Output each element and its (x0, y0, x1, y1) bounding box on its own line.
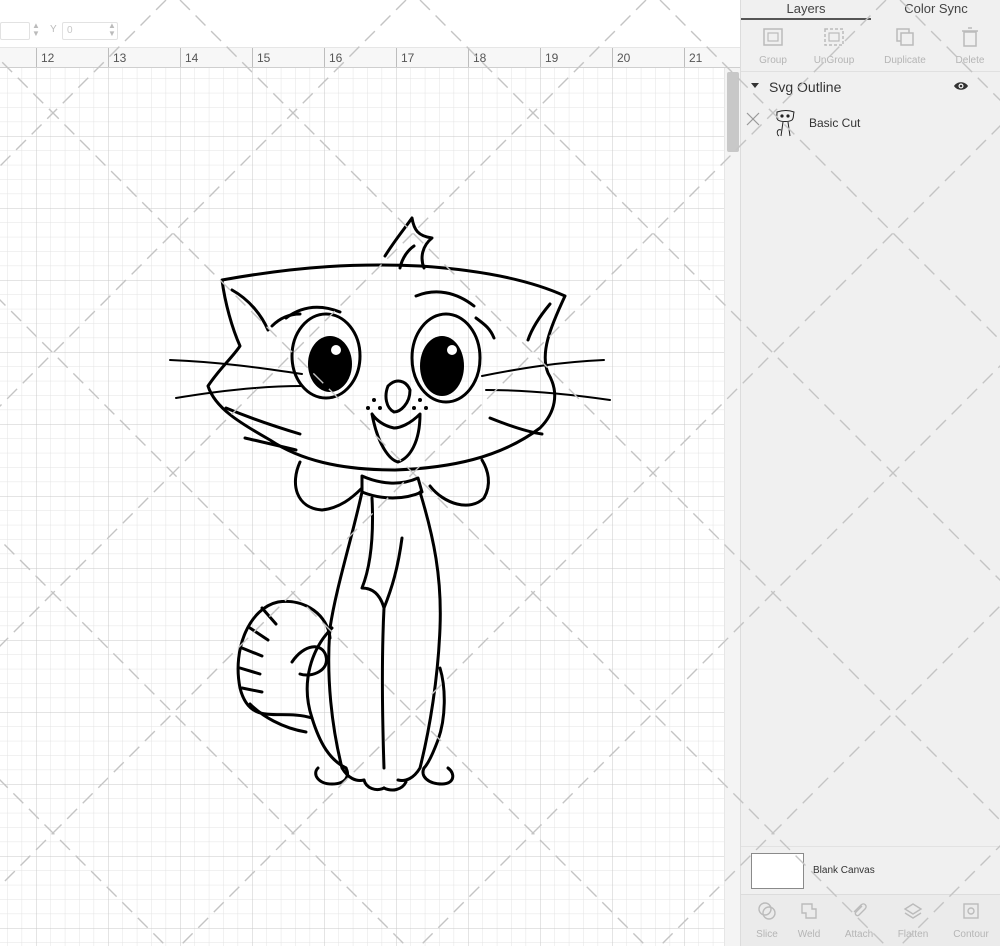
tab-layers[interactable]: Layers (741, 0, 871, 20)
group-button[interactable]: Group (741, 24, 805, 68)
delete-button[interactable]: Delete (938, 24, 1000, 68)
ungroup-button[interactable]: UnGroup (802, 24, 866, 68)
duplicate-icon (896, 28, 914, 46)
y-label: Y (50, 24, 57, 35)
flatten-icon (903, 903, 923, 919)
flatten-label: Flatten (897, 929, 929, 940)
position-toolbar: ▲ ▼ Y 0 ▲ ▼ (0, 0, 740, 48)
combine-toolbar: Slice Weld Attach Flatten Contour (741, 894, 1000, 946)
delete-label: Delete (955, 55, 985, 66)
group-icon (763, 28, 783, 46)
weld-button[interactable]: Weld (783, 899, 835, 945)
panel-tabs: Layers Color Sync (741, 0, 1000, 20)
ruler-tick: 20 (617, 51, 631, 65)
contour-icon (963, 903, 979, 919)
ruler-tick: 15 (257, 51, 271, 65)
ungroup-label: UnGroup (813, 55, 855, 66)
cat-thumbnail-icon (776, 110, 795, 137)
layer-name: Basic Cut (809, 116, 861, 130)
attach-button[interactable]: Attach (833, 899, 885, 945)
x-stepper-icon[interactable]: ▲ ▼ (32, 22, 40, 38)
basic-cut-type-icon (746, 112, 760, 126)
y-stepper-icon[interactable]: ▲ ▼ (108, 22, 116, 38)
ruler-tick: 17 (401, 51, 415, 65)
ruler-tick: 16 (329, 51, 343, 65)
delete-icon (962, 27, 978, 47)
ruler-tick: 14 (185, 51, 199, 65)
group-label: Group (759, 55, 787, 66)
slice-icon (758, 902, 776, 920)
contour-button[interactable]: Contour (945, 899, 997, 945)
duplicate-label: Duplicate (884, 55, 926, 66)
duplicate-button[interactable]: Duplicate (873, 24, 937, 68)
layer-group-svg-outline[interactable]: Svg Outline (741, 76, 1000, 100)
ruler-tick: 18 (473, 51, 487, 65)
layer-group-name: Svg Outline (769, 79, 842, 95)
watermark-pattern (0, 68, 724, 946)
ruler-tick: 12 (41, 51, 55, 65)
tab-color-sync[interactable]: Color Sync (871, 0, 1000, 20)
blank-canvas-label: Blank Canvas (813, 865, 875, 876)
contour-label: Contour (953, 929, 989, 940)
caret-down-icon[interactable] (751, 83, 759, 88)
vertical-scrollbar[interactable] (724, 68, 740, 946)
attach-icon (853, 903, 867, 917)
scrollbar-thumb[interactable] (727, 72, 739, 152)
attach-label: Attach (844, 929, 874, 940)
design-canvas[interactable] (0, 68, 724, 946)
eye-icon[interactable] (953, 80, 969, 92)
layer-item-basic-cut[interactable]: Basic Cut (741, 104, 1000, 142)
layers-panel: Layers Color Sync Group UnGroup Duplicat… (740, 0, 1000, 946)
blank-canvas-row[interactable]: Blank Canvas (741, 846, 1000, 892)
weld-icon (801, 903, 817, 919)
weld-label: Weld (797, 929, 821, 940)
flatten-button[interactable]: Flatten (887, 899, 939, 945)
ungroup-icon (824, 28, 844, 46)
x-position-input[interactable] (0, 22, 30, 40)
horizontal-ruler: 12 13 14 15 16 17 18 19 20 21 (0, 48, 740, 68)
ruler-tick: 13 (113, 51, 127, 65)
blank-canvas-swatch[interactable] (751, 853, 804, 889)
layer-actions-toolbar: Group UnGroup Duplicate Delete (741, 20, 1000, 72)
ruler-tick: 19 (545, 51, 559, 65)
ruler-tick: 21 (689, 51, 703, 65)
